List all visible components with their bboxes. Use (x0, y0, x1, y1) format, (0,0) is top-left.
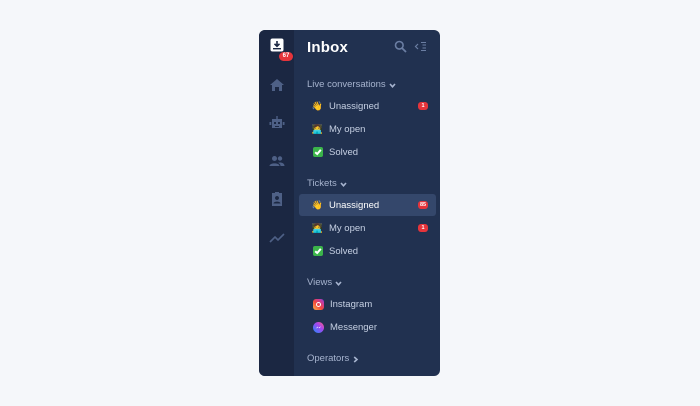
chevron-down-icon (340, 180, 347, 188)
instagram-icon (313, 298, 324, 310)
chevron-right-icon (352, 355, 359, 363)
inbox-panel: 67 Inbox Live conversations 👋 Unassigned… (259, 30, 440, 376)
bot-icon (269, 116, 284, 128)
item-label: Unassigned (329, 100, 380, 112)
search-icon (394, 40, 407, 53)
section-live-conversations[interactable]: Live conversations (307, 79, 396, 90)
clipboard-user-icon (271, 192, 282, 206)
waving-hand-icon: 👋 (311, 100, 324, 111)
inbox-sidebar: Inbox Live conversations 👋 Unassigned 1 … (294, 30, 440, 376)
collapse-menu-icon (414, 42, 426, 51)
chevron-down-icon (389, 81, 396, 89)
item-label: Instagram (330, 298, 373, 310)
people-icon (269, 156, 284, 166)
rail-inbox-button[interactable]: 67 (259, 30, 294, 64)
home-icon (269, 79, 284, 91)
tickets-solved-item[interactable]: Solved (299, 240, 436, 262)
section-label: Views (307, 277, 333, 288)
inbox-icon (270, 38, 283, 52)
count-badge: 1 (418, 224, 428, 232)
section-tickets[interactable]: Tickets (307, 178, 347, 189)
rail-analytics-button[interactable] (259, 224, 294, 252)
page-title: Inbox (307, 38, 348, 56)
collapse-sidebar-button[interactable] (414, 40, 427, 53)
live-solved-item[interactable]: Solved (299, 141, 436, 163)
item-label: Solved (329, 245, 359, 257)
technologist-icon: 🧑‍💻 (311, 222, 324, 233)
live-unassigned-item[interactable]: 👋 Unassigned 1 (299, 95, 436, 117)
messenger-icon (313, 321, 324, 333)
technologist-icon: 🧑‍💻 (311, 123, 324, 134)
item-label: Unassigned (329, 199, 380, 211)
live-my-open-item[interactable]: 🧑‍💻 My open (299, 118, 436, 140)
section-label: Live conversations (307, 79, 386, 90)
view-instagram-item[interactable]: Instagram (299, 293, 436, 315)
section-operators[interactable]: Operators (307, 353, 359, 364)
search-button[interactable] (394, 40, 407, 53)
view-messenger-item[interactable]: Messenger (299, 316, 436, 338)
rail-contacts-button[interactable] (259, 147, 294, 175)
waving-hand-icon: 👋 (311, 199, 324, 210)
inbox-unread-badge: 67 (279, 52, 293, 61)
tickets-my-open-item[interactable]: 🧑‍💻 My open 1 (299, 217, 436, 239)
item-label: Messenger (330, 321, 377, 333)
count-badge: 1 (418, 102, 428, 110)
rail-bots-button[interactable] (259, 109, 294, 137)
rail-home-button[interactable] (259, 71, 294, 99)
tickets-unassigned-item[interactable]: 👋 Unassigned 85 (299, 194, 436, 216)
item-label: My open (329, 123, 366, 135)
rail-tickets-button[interactable] (259, 185, 294, 213)
item-label: Solved (329, 146, 359, 158)
nav-rail: 67 (259, 30, 294, 376)
section-label: Operators (307, 353, 350, 364)
item-label: My open (329, 222, 366, 234)
section-views[interactable]: Views (307, 277, 342, 288)
inbox-header: Inbox (294, 30, 440, 64)
check-mark-icon (312, 246, 323, 257)
check-mark-icon (312, 147, 323, 158)
count-badge: 85 (418, 201, 428, 209)
section-label: Tickets (307, 178, 337, 189)
trending-up-icon (268, 233, 285, 243)
chevron-down-icon (335, 279, 342, 287)
